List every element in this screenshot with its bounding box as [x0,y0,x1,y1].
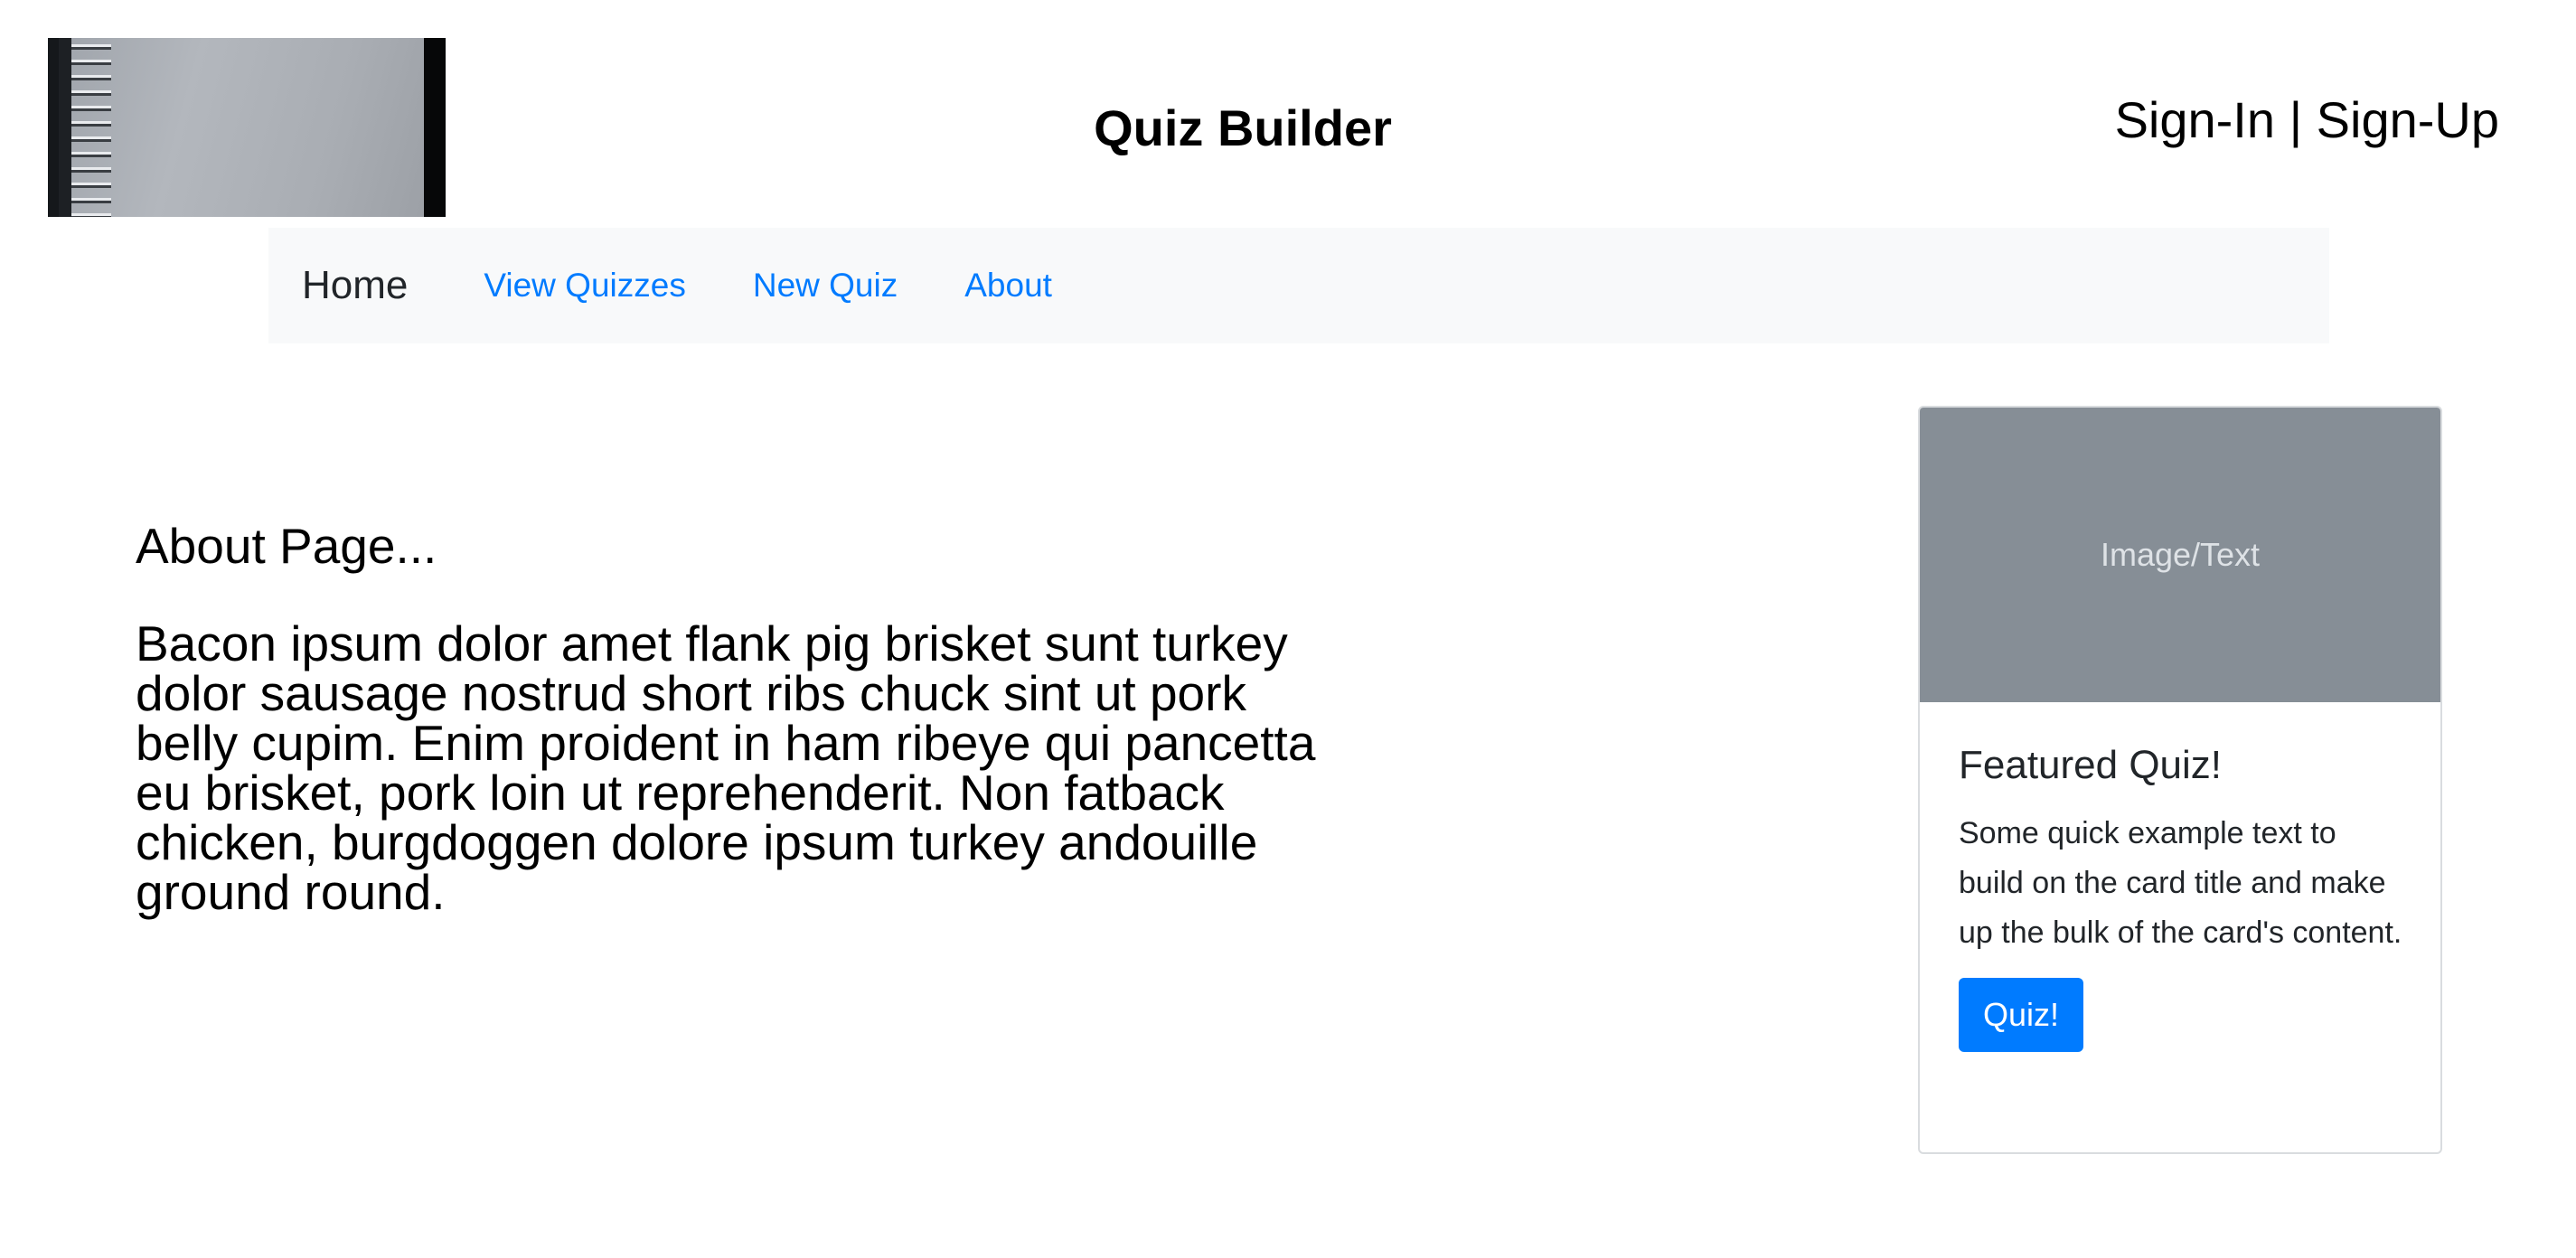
card-image-label: Image/Text [2100,536,2261,573]
navbar: Home View Quizzes New Quiz About [268,228,2329,343]
sign-in-link[interactable]: Sign-In [2115,91,2275,148]
page-heading: About Page... [136,518,437,574]
spiral-binding [59,38,111,217]
featured-quiz-card: Image/Text Featured Quiz! Some quick exa… [1918,406,2442,1154]
card-image-placeholder: Image/Text [1920,408,2440,702]
nav-link-view-quizzes[interactable]: View Quizzes [484,263,685,308]
sign-up-link[interactable]: Sign-Up [2317,91,2499,148]
card-title: Featured Quiz! [1959,743,2223,787]
nav-link-about[interactable]: About [964,263,1052,308]
auth-links: Sign-In | Sign-Up [2115,89,2499,152]
app-title: Quiz Builder [1094,99,1392,156]
nav-home-brand[interactable]: Home [302,258,408,313]
card-text: Some quick example text to build on the … [1959,816,2402,950]
nav-link-new-quiz[interactable]: New Quiz [753,263,898,308]
notebook-logo-image [48,38,446,217]
quiz-button[interactable]: Quiz! [1959,978,2084,1052]
about-paragraph: Bacon ipsum dolor amet flank pig brisket… [136,615,1316,920]
auth-separator: | [2289,91,2303,148]
notebook-edge [424,38,446,217]
card-body: Featured Quiz! Some quick example text t… [1920,702,2440,1052]
